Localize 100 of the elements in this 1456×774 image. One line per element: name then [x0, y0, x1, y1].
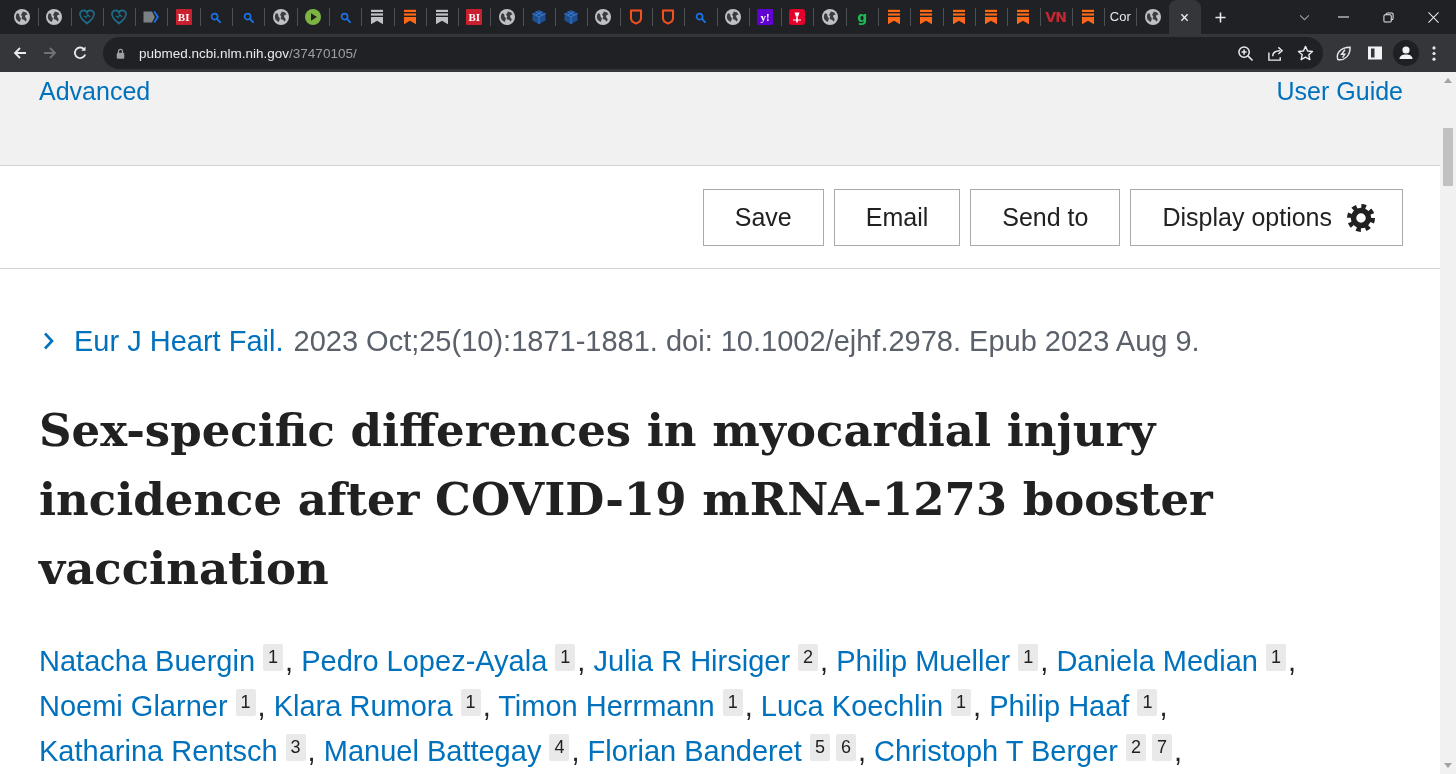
author-separator: ,: [1040, 645, 1049, 677]
browser-tab[interactable]: g: [845, 0, 878, 34]
cube-icon: [563, 9, 580, 25]
header-link[interactable]: User Guide: [1276, 74, 1403, 108]
affiliation-link[interactable]: 1: [951, 689, 972, 716]
author-link[interactable]: Philip Haaf: [989, 690, 1130, 722]
author-separator: ,: [1287, 645, 1296, 677]
author-separator: ,: [482, 690, 491, 722]
globe-icon: [821, 9, 838, 25]
author-link[interactable]: Timon Herrmann: [498, 690, 715, 722]
avatar-icon: [1392, 40, 1419, 66]
author-link[interactable]: Daniela Median: [1056, 645, 1258, 677]
author-link[interactable]: Christoph T Berger: [874, 735, 1119, 767]
minimize-icon: [1338, 16, 1349, 18]
globe-icon: [724, 9, 741, 25]
chevron-tile-icon: [143, 9, 160, 25]
affiliation-link[interactable]: 1: [235, 689, 256, 716]
globe-icon: [1144, 9, 1161, 25]
affiliation-link[interactable]: 1: [263, 644, 284, 671]
affiliation-link[interactable]: 1: [1018, 644, 1039, 671]
action-button[interactable]: Email: [833, 189, 961, 246]
author-separator: ,: [820, 645, 829, 677]
search-icon: [242, 11, 254, 23]
restore-icon: [1383, 11, 1394, 23]
author-separator: ,: [257, 690, 266, 722]
affiliation-link[interactable]: 6: [835, 734, 856, 761]
close-icon: [1428, 11, 1439, 23]
author-link[interactable]: Noemi Glarner: [39, 690, 228, 722]
affiliation-link[interactable]: 1: [722, 689, 743, 716]
tab-title: Cor: [1109, 9, 1131, 25]
author-separator: ,: [744, 690, 753, 722]
close-icon[interactable]: [1180, 12, 1190, 22]
star-icon: [1296, 44, 1314, 62]
affiliation-link[interactable]: 7: [1152, 734, 1173, 761]
globe-icon: [14, 9, 31, 25]
browser-tab[interactable]: BI: [458, 0, 491, 34]
menu-icon: [1432, 45, 1436, 61]
shield-icon: [627, 9, 644, 25]
affiliation-link[interactable]: 1: [555, 644, 576, 671]
action-button[interactable]: Save: [702, 189, 824, 246]
author-link[interactable]: Manuel Battegay: [323, 735, 542, 767]
author-separator: ,: [285, 645, 294, 677]
author-link[interactable]: Luca Koechlin: [760, 690, 944, 722]
profile-button[interactable]: [1390, 38, 1421, 68]
browser-tab[interactable]: y!: [748, 0, 782, 34]
affiliation-link[interactable]: 2: [798, 644, 819, 671]
affiliation-link[interactable]: 5: [809, 734, 830, 761]
journal-link[interactable]: Eur J Heart Fail.: [74, 324, 284, 358]
author-link[interactable]: Julia R Hirsiger: [593, 645, 791, 677]
author-link[interactable]: Natacha Buergin: [39, 645, 256, 677]
heart-icon: [78, 9, 95, 25]
author-separator: ,: [1159, 690, 1168, 722]
reload-icon: [72, 45, 88, 61]
scrollbar[interactable]: [1440, 72, 1456, 774]
lock-icon[interactable]: [116, 47, 125, 59]
play-icon: [304, 9, 321, 25]
globe-icon: [46, 9, 63, 25]
logo-icon: g: [857, 8, 867, 26]
author-link[interactable]: Pedro Lopez-Ayala: [301, 645, 548, 677]
author-separator: ,: [571, 735, 580, 767]
logo-icon: VN: [1045, 8, 1066, 26]
citation-details: 2023 Oct;25(10):1871-1881. doi: 10.1002/ejhf.2978. Epub 2023 Aug 9.: [293, 324, 1200, 358]
globe-icon: [595, 9, 612, 25]
author-link[interactable]: Klara Rumora: [273, 690, 453, 722]
author-link[interactable]: Florian Banderet: [587, 735, 802, 767]
shield-icon: [660, 9, 677, 25]
affiliation-link[interactable]: 4: [549, 734, 570, 761]
browser-tab[interactable]: [1168, 0, 1201, 34]
logo-icon: y!: [756, 9, 773, 25]
chevron-down-icon: [1298, 13, 1310, 21]
globe-icon: [498, 9, 515, 25]
display-options-button[interactable]: Display options: [1130, 189, 1403, 246]
action-button[interactable]: Send to: [970, 189, 1121, 246]
affiliation-link[interactable]: 2: [1126, 734, 1147, 761]
chevron-right-icon[interactable]: [42, 331, 55, 351]
logo-icon: BI: [466, 9, 483, 25]
affiliation-link[interactable]: 1: [1265, 644, 1286, 671]
globe-icon: [272, 9, 289, 25]
article-title: Sex-specific differences in myocardial injury incidence after COVID-19 mRNA-1273 booster vaccination: [39, 403, 1215, 597]
heart-icon: [111, 9, 128, 25]
browser-tab[interactable]: BI: [167, 0, 200, 34]
search-icon: [694, 11, 706, 23]
zoom-in-icon: [1236, 44, 1254, 62]
address-bar[interactable]: pubmed.ncbi.nlm.nih.gov/37470105/: [103, 37, 1323, 69]
url-text: pubmed.ncbi.nlm.nih.gov/37470105/: [139, 45, 357, 61]
author-link[interactable]: Katharina Rentsch: [39, 735, 278, 767]
plus-icon: [1215, 11, 1227, 23]
logo-icon: BI: [175, 9, 192, 25]
cube-icon: [530, 9, 547, 25]
author-separator: ,: [577, 645, 586, 677]
author-link[interactable]: Philip Mueller: [836, 645, 1011, 677]
scrollbar-thumb[interactable]: [1443, 128, 1453, 186]
header-link[interactable]: Advanced: [39, 74, 151, 108]
leaf-bolt-icon: [1335, 44, 1352, 62]
author-separator: ,: [1174, 735, 1183, 767]
affiliation-link[interactable]: 3: [285, 734, 306, 761]
affiliation-link[interactable]: 1: [460, 689, 481, 716]
torch-icon: [789, 9, 806, 25]
browser-tab[interactable]: Cor: [1104, 0, 1137, 34]
affiliation-link[interactable]: 1: [1137, 689, 1158, 716]
